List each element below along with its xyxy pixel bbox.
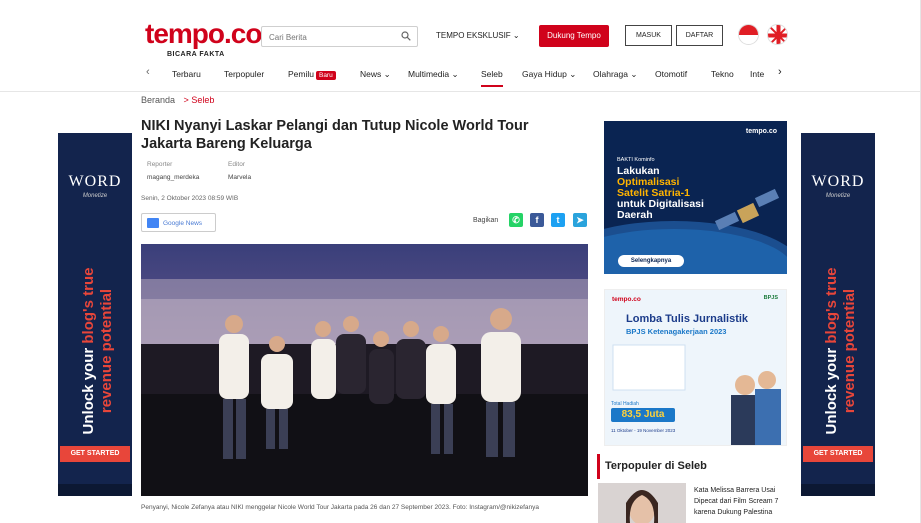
get-started-button[interactable]: GET STARTED [803,446,873,462]
word-logo: WORD [68,173,122,190]
baru-badge: Baru [315,71,336,80]
google-news-button[interactable]: Google News [141,213,216,232]
nav-next-arrow[interactable]: › [778,66,782,78]
ad2-subtitle: BPJS Ketenagakerjaan 2023 [626,327,727,336]
site-header: tempo.co BICARA FAKTA TEMPO EKSKLUSIF ⌄ … [0,0,921,92]
word-tagline: Monetize [82,193,108,199]
trending-thumbnail[interactable] [598,483,686,523]
search-input[interactable] [262,28,392,47]
telegram-icon[interactable]: ➤ [573,213,587,227]
daftar-button[interactable]: DAFTAR [676,25,723,46]
article-date: Senin, 2 Oktober 2023 08:59 WIB [141,195,239,202]
ad-line1a: Unlock your [823,343,840,435]
flag-id-icon[interactable] [738,24,759,45]
nav-item-olahraga[interactable]: Olahraga ⌄ [593,69,637,80]
google-news-label: Google News [163,220,203,227]
ad2-prize: 83,5 Juta [611,408,675,422]
article-photo [141,244,588,496]
dukung-tempo-button[interactable]: Dukung Tempo [539,25,609,47]
reporter-name[interactable]: magang_merdeka [147,174,199,181]
article-title: NIKI Nyanyi Laskar Pelangi dan Tutup Nic… [141,118,529,152]
get-started-button[interactable]: GET STARTED [60,446,130,462]
lomba-tulis-ad-banner[interactable]: tempo.co BPJS Lomba Tulis Jurnalistik BP… [604,289,787,446]
trending-section-title: Terpopuler di Seleb [597,454,787,479]
share-label: Bagikan [473,217,499,224]
nav-item-internasional[interactable]: Inte [750,69,774,79]
ad-line1a: Unlock your [80,343,97,435]
ad2-prize-label: Total Hadiah [611,401,639,407]
trending-headline[interactable]: Kata Melissa Barrera Usai Dipecat dari F… [694,485,789,518]
satria-ad-banner[interactable]: tempo.co BAKTI Kominfo Lakukan Optimalis… [604,121,787,274]
category-nav: ‹ Terbaru Terpopuler Pemilu Baru News ⌄ M… [140,63,790,87]
ad1-sponsor: BAKTI Kominfo [617,157,655,163]
ad1-line5: Daerah [617,209,653,221]
word-logo: WORD [811,173,865,190]
nav-item-seleb[interactable]: Seleb [481,69,503,87]
ad2-dates: 11 Oktober - 19 November 2023 [611,428,676,433]
ad1-headline: Lakukan Optimalisasi Satelit Satria-1 un… [617,166,757,221]
photo-caption: Penyanyi, Nicole Zefanya atau NIKI mengg… [141,504,540,511]
nav-item-terpopuler[interactable]: Terpopuler [224,69,264,79]
nav-item-pemilu[interactable]: Pemilu Baru [288,69,336,80]
ad2-title: Lomba Tulis Jurnalistik [626,313,749,325]
logo-tagline: BICARA FAKTA [167,51,225,58]
ad-footer-bar [58,484,132,496]
whatsapp-icon[interactable]: ✆ [509,213,523,227]
search-icon[interactable] [401,31,411,41]
editor-label: Editor [228,161,245,168]
reporter-label: Reporter [147,161,173,168]
search-box[interactable] [261,26,418,47]
word-tagline: Monetize [825,193,851,199]
twitter-icon[interactable]: t [551,213,565,227]
ad-line1b: blog's true [823,267,840,344]
nav-item-terbaru[interactable]: Terbaru [172,69,201,79]
selengkapnya-button[interactable]: Selengkapnya [618,255,684,267]
nav-item-gaya-hidup[interactable]: Gaya Hidup ⌄ [522,69,576,80]
ad2-brand: tempo.co [612,296,641,303]
editor-name[interactable]: Marvela [228,174,251,181]
nav-item-multimedia[interactable]: Multimedia ⌄ [408,69,459,80]
trending-item[interactable]: Kata Melissa Barrera Usai Dipecat dari F… [598,483,788,523]
ad-footer-bar [801,484,875,496]
tempo-eksklusif-menu[interactable]: TEMPO EKSKLUSIF ⌄ [436,31,520,40]
breadcrumb-separator: > [183,95,189,105]
facebook-icon[interactable]: f [530,213,544,227]
ad1-brand: tempo.co [745,128,777,135]
tempo-logo[interactable]: tempo.co [145,20,262,48]
flag-uk-icon[interactable] [767,24,788,45]
nav-prev-arrow[interactable]: ‹ [146,66,150,78]
left-side-ad[interactable]: WORD Monetize Unlock your blog's true re… [58,133,132,496]
nav-item-news[interactable]: News ⌄ [360,69,391,80]
nav-item-otomotif[interactable]: Otomotif [655,69,687,79]
breadcrumb-seleb[interactable]: Seleb [191,95,214,105]
ad2-partner: BPJS [763,295,778,301]
breadcrumb: Beranda > Seleb [141,95,214,105]
right-side-ad[interactable]: WORD Monetize Unlock your blog's true re… [801,133,875,496]
breadcrumb-home[interactable]: Beranda [141,95,175,105]
nav-item-tekno[interactable]: Tekno [711,69,734,79]
nav-item-pemilu-label: Pemilu [288,69,314,79]
google-news-icon [147,218,159,228]
ad-line1b: blog's true [80,267,97,344]
masuk-button[interactable]: MASUK [625,25,672,46]
